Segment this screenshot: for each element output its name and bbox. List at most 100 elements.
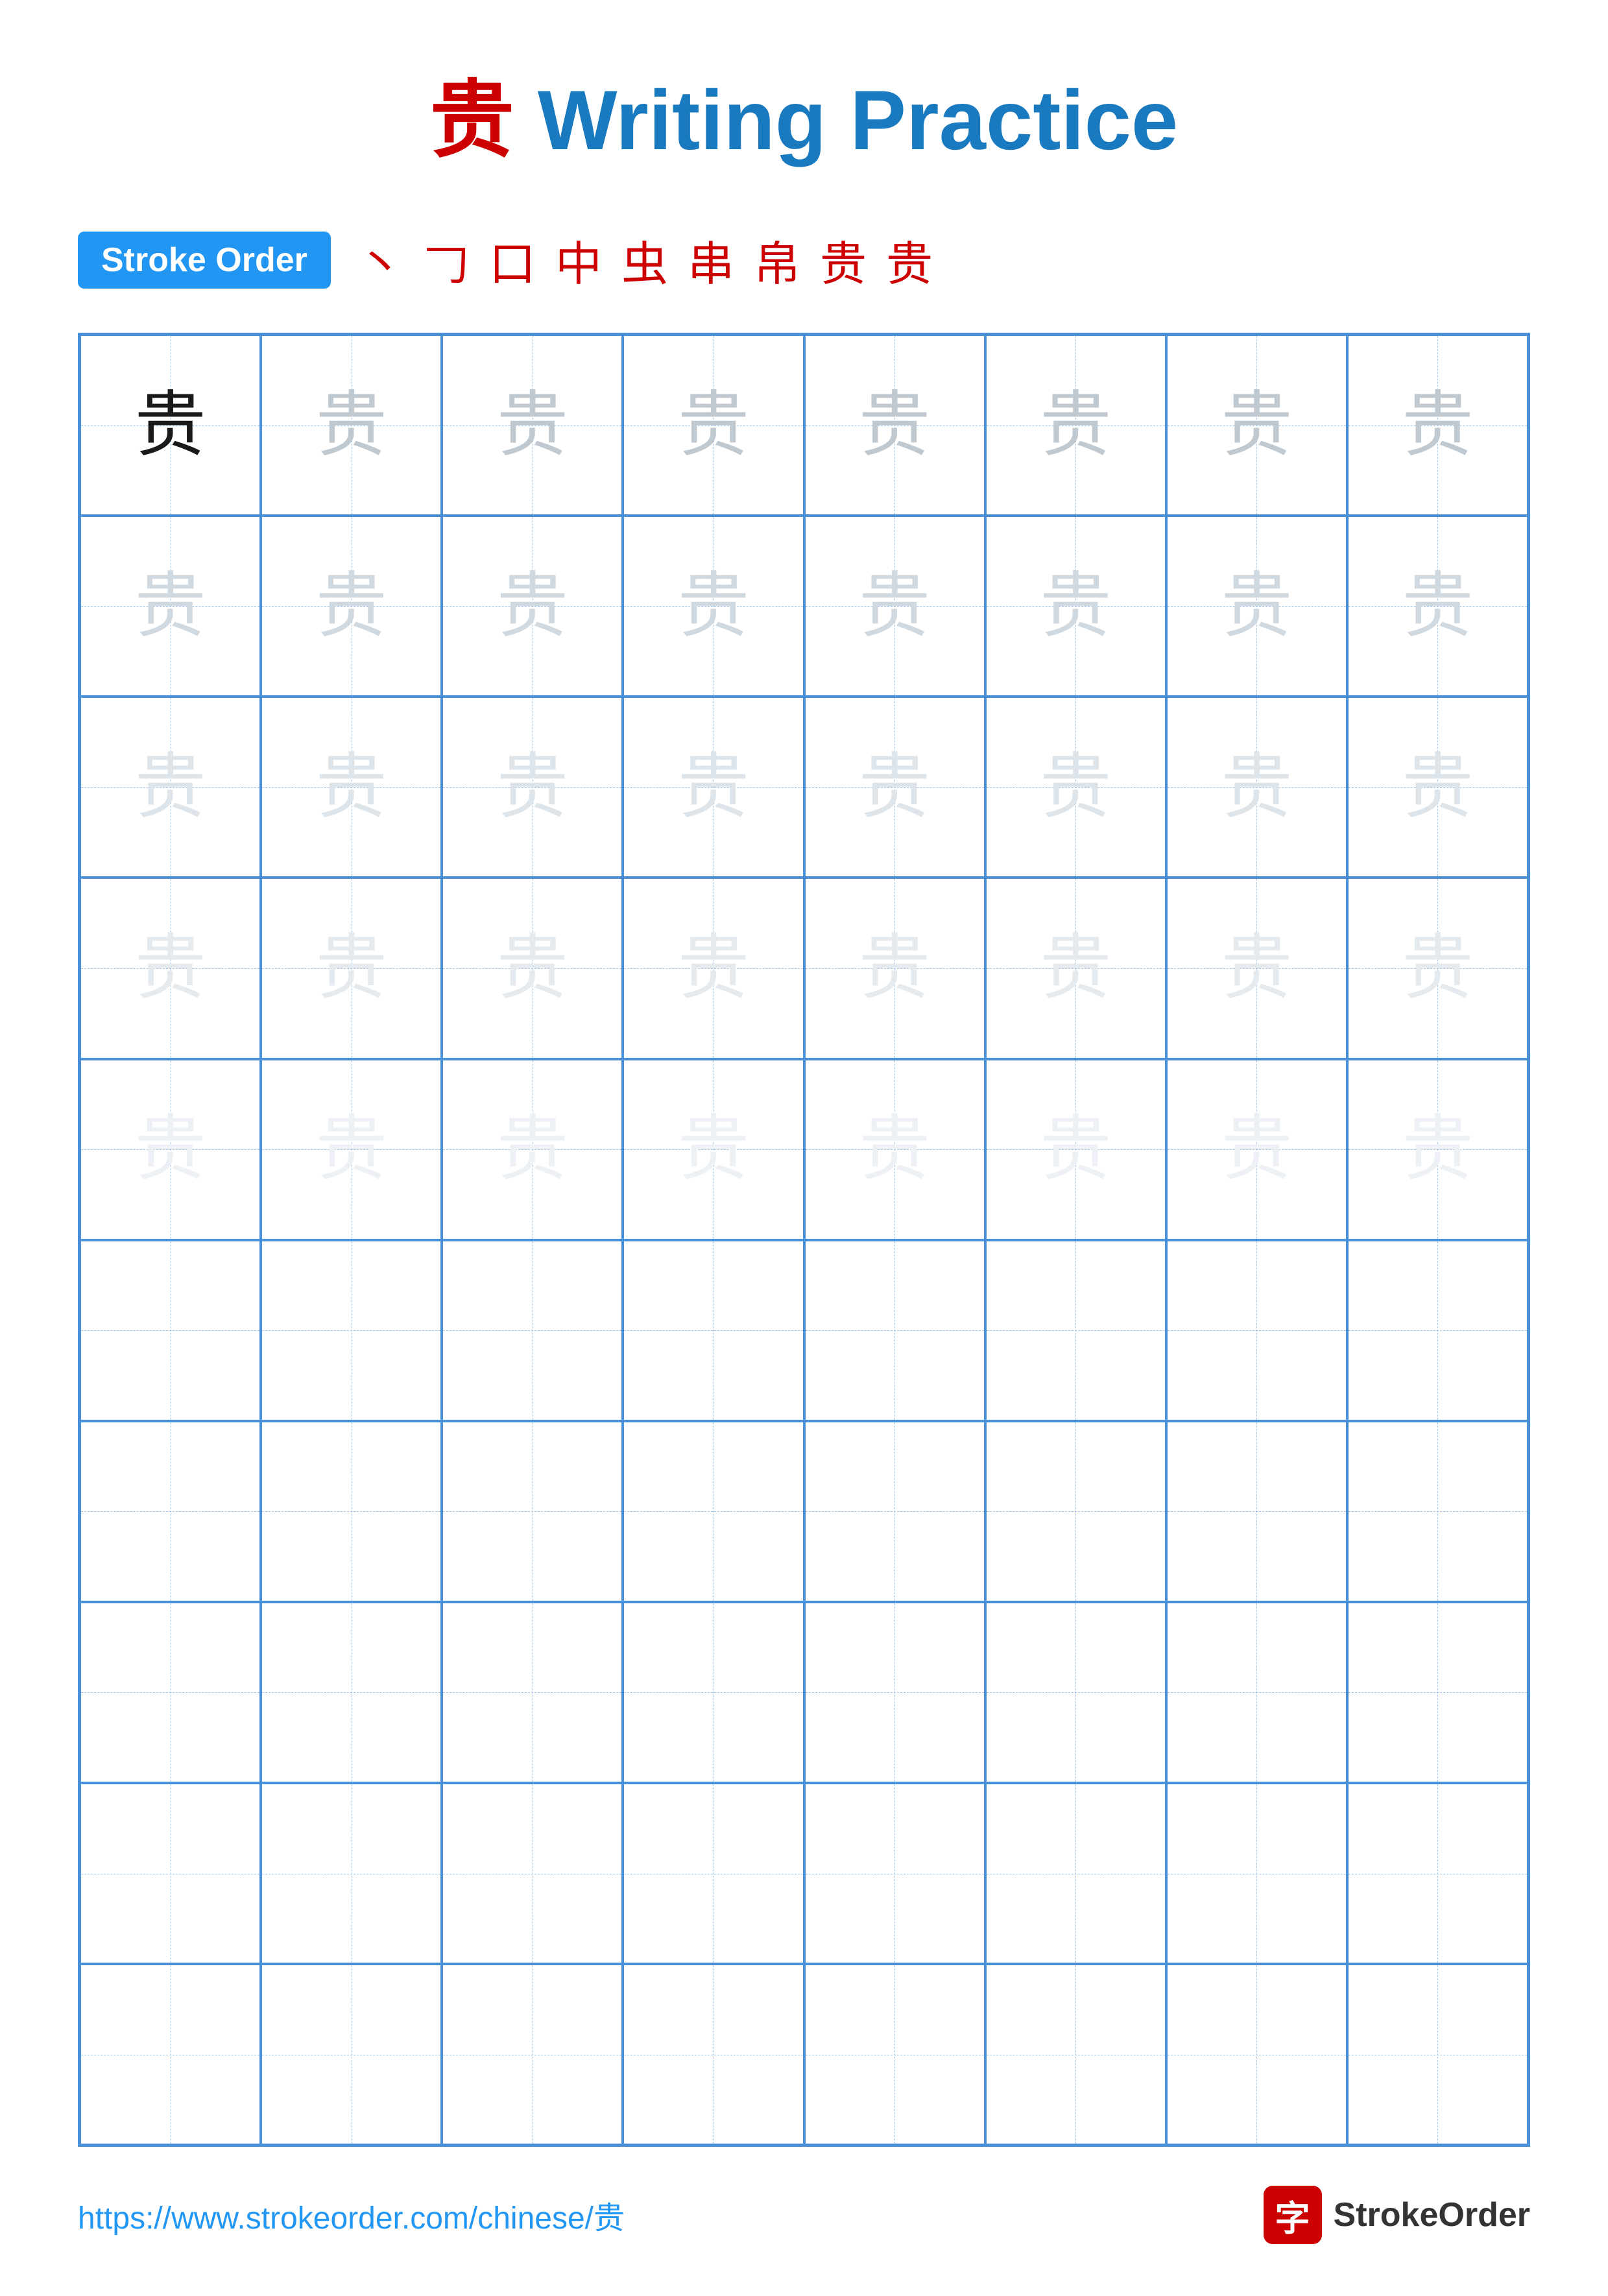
- grid-cell[interactable]: 贵: [80, 878, 261, 1058]
- grid-cell-empty[interactable]: [261, 1783, 442, 1964]
- grid-cell[interactable]: 贵: [80, 516, 261, 697]
- cell-character: 贵: [135, 933, 206, 1004]
- grid-cell[interactable]: 贵: [985, 697, 1166, 878]
- grid-cell-empty[interactable]: [1166, 1240, 1347, 1421]
- grid-cell[interactable]: 贵: [623, 516, 804, 697]
- grid-cell-empty[interactable]: [985, 1783, 1166, 1964]
- grid-cell[interactable]: 贵: [985, 516, 1166, 697]
- grid-cell-empty[interactable]: [80, 1421, 261, 1602]
- grid-cell[interactable]: 贵: [261, 516, 442, 697]
- grid-cell[interactable]: 贵: [261, 1059, 442, 1240]
- grid-cell-empty[interactable]: [985, 1421, 1166, 1602]
- grid-cell[interactable]: 贵: [442, 878, 623, 1058]
- cell-character: 贵: [1040, 933, 1111, 1004]
- grid-cell-empty[interactable]: [623, 1602, 804, 1783]
- grid-cell[interactable]: 贵: [623, 1059, 804, 1240]
- cell-character: 贵: [1402, 1114, 1473, 1185]
- writing-grid[interactable]: 贵 贵 贵 贵 贵 贵 贵 贵 贵 贵 贵 贵 贵 贵 贵 贵 贵 贵 贵 贵 …: [78, 333, 1530, 2147]
- grid-cell[interactable]: 贵: [442, 335, 623, 516]
- grid-cell[interactable]: 贵: [1166, 335, 1347, 516]
- grid-cell-empty[interactable]: [1166, 1421, 1347, 1602]
- grid-cell-empty[interactable]: [80, 1240, 261, 1421]
- footer-url[interactable]: https://www.strokeorder.com/chinese/贵: [78, 2192, 625, 2238]
- stroke-step-7: 帛: [754, 226, 800, 294]
- grid-cell-empty[interactable]: [442, 1783, 623, 1964]
- grid-cell-empty[interactable]: [1347, 1964, 1528, 2145]
- grid-cell[interactable]: 贵: [1347, 516, 1528, 697]
- grid-cell[interactable]: 贵: [1347, 335, 1528, 516]
- grid-cell[interactable]: 贵: [1166, 697, 1347, 878]
- grid-cell-empty[interactable]: [261, 1964, 442, 2145]
- grid-cell-empty[interactable]: [80, 1964, 261, 2145]
- grid-cell[interactable]: 贵: [804, 697, 985, 878]
- grid-cell-empty[interactable]: [1347, 1783, 1528, 1964]
- grid-cell[interactable]: 贵: [985, 335, 1166, 516]
- cell-character: 贵: [1221, 752, 1292, 823]
- grid-cell[interactable]: 贵: [261, 335, 442, 516]
- cell-character: 贵: [678, 390, 749, 461]
- grid-cell-empty[interactable]: [1347, 1240, 1528, 1421]
- stroke-order-row: Stroke Order 丶 𠃌 口 中 虫 串 帛 贵 贵: [78, 226, 1530, 294]
- grid-cell-empty[interactable]: [1166, 1783, 1347, 1964]
- grid-cell[interactable]: 贵: [1347, 697, 1528, 878]
- stroke-step-8: 贵: [820, 226, 867, 294]
- grid-cell-empty[interactable]: [804, 1240, 985, 1421]
- grid-cell-empty[interactable]: [1347, 1602, 1528, 1783]
- grid-cell[interactable]: 贵: [1166, 1059, 1347, 1240]
- grid-cell-empty[interactable]: [442, 1240, 623, 1421]
- grid-cell-empty[interactable]: [623, 1240, 804, 1421]
- cell-character: 贵: [316, 933, 387, 1004]
- grid-cell-empty[interactable]: [804, 1964, 985, 2145]
- grid-cell[interactable]: 贵: [1166, 516, 1347, 697]
- footer-logo-icon: 字: [1264, 2186, 1322, 2244]
- cell-character: 贵: [678, 752, 749, 823]
- grid-cell-empty[interactable]: [804, 1602, 985, 1783]
- grid-cell[interactable]: 贵: [80, 335, 261, 516]
- grid-cell-empty[interactable]: [804, 1421, 985, 1602]
- grid-cell-empty[interactable]: [261, 1421, 442, 1602]
- grid-cell-empty[interactable]: [1347, 1421, 1528, 1602]
- grid-cell[interactable]: 贵: [442, 516, 623, 697]
- grid-cell-empty[interactable]: [623, 1421, 804, 1602]
- grid-cell[interactable]: 贵: [1166, 878, 1347, 1058]
- grid-cell[interactable]: 贵: [985, 1059, 1166, 1240]
- grid-cell[interactable]: 贵: [804, 1059, 985, 1240]
- grid-cell[interactable]: 贵: [623, 697, 804, 878]
- grid-cell-empty[interactable]: [80, 1602, 261, 1783]
- cell-character: 贵: [316, 1114, 387, 1185]
- grid-cell[interactable]: 贵: [80, 697, 261, 878]
- grid-cell-empty[interactable]: [261, 1602, 442, 1783]
- grid-cell-empty[interactable]: [804, 1783, 985, 1964]
- grid-cell-empty[interactable]: [985, 1240, 1166, 1421]
- grid-cell[interactable]: 贵: [985, 878, 1166, 1058]
- title-chinese: 贵: [430, 73, 514, 167]
- grid-cell-empty[interactable]: [442, 1964, 623, 2145]
- grid-cell-empty[interactable]: [261, 1240, 442, 1421]
- grid-cell[interactable]: 贵: [442, 697, 623, 878]
- cell-character: 贵: [678, 933, 749, 1004]
- grid-cell-empty[interactable]: [442, 1421, 623, 1602]
- grid-cell[interactable]: 贵: [261, 697, 442, 878]
- grid-cell-empty[interactable]: [623, 1783, 804, 1964]
- grid-cell-empty[interactable]: [442, 1602, 623, 1783]
- stroke-step-9: 贵: [886, 226, 933, 294]
- grid-cell[interactable]: 贵: [623, 878, 804, 1058]
- grid-cell[interactable]: 贵: [804, 516, 985, 697]
- grid-cell-empty[interactable]: [985, 1964, 1166, 2145]
- cell-character: 贵: [497, 1114, 568, 1185]
- grid-cell[interactable]: 贵: [804, 878, 985, 1058]
- grid-cell[interactable]: 贵: [1347, 878, 1528, 1058]
- grid-cell[interactable]: 贵: [442, 1059, 623, 1240]
- grid-cell[interactable]: 贵: [1347, 1059, 1528, 1240]
- grid-cell[interactable]: 贵: [261, 878, 442, 1058]
- grid-cell-empty[interactable]: [80, 1783, 261, 1964]
- grid-cell-empty[interactable]: [1166, 1602, 1347, 1783]
- grid-cell-empty[interactable]: [985, 1602, 1166, 1783]
- grid-cell-empty[interactable]: [623, 1964, 804, 2145]
- grid-cell[interactable]: 贵: [80, 1059, 261, 1240]
- grid-cell[interactable]: 贵: [623, 335, 804, 516]
- footer-logo-text: StrokeOrder: [1334, 2195, 1530, 2234]
- cell-character: 贵: [1402, 571, 1473, 642]
- grid-cell[interactable]: 贵: [804, 335, 985, 516]
- grid-cell-empty[interactable]: [1166, 1964, 1347, 2145]
